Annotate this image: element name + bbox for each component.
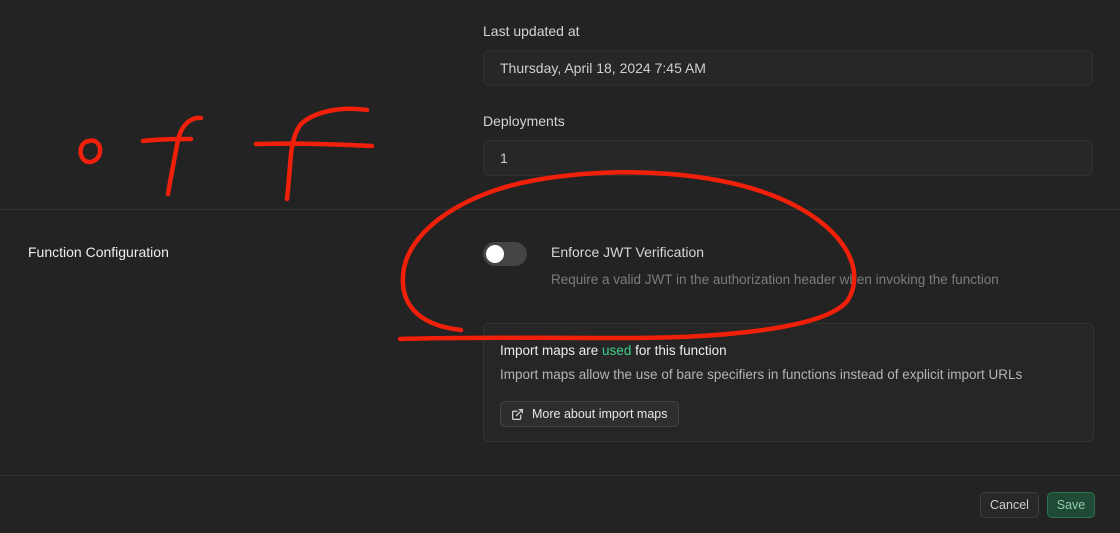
function-settings-page: Last updated at Thursday, April 18, 2024… — [0, 0, 1120, 533]
save-button[interactable]: Save — [1047, 492, 1095, 518]
footer-divider — [0, 475, 1120, 476]
import-maps-card: Import maps are used for this function I… — [483, 323, 1094, 442]
import-maps-title-suffix: for this function — [631, 343, 727, 358]
section-divider — [0, 209, 1120, 210]
external-link-icon — [511, 408, 524, 421]
more-about-import-maps-button[interactable]: More about import maps — [500, 401, 680, 427]
deployments-label: Deployments — [483, 113, 565, 129]
toggle-knob — [486, 245, 504, 263]
enforce-jwt-description: Require a valid JWT in the authorization… — [551, 272, 999, 287]
deployments-field[interactable]: 1 — [483, 140, 1093, 176]
import-maps-title: Import maps are used for this function — [500, 343, 727, 358]
last-updated-field[interactable]: Thursday, April 18, 2024 7:45 AM — [483, 50, 1093, 86]
enforce-jwt-title: Enforce JWT Verification — [551, 244, 705, 260]
import-maps-description: Import maps allow the use of bare specif… — [500, 367, 1023, 382]
cancel-button[interactable]: Cancel — [980, 492, 1039, 518]
more-about-import-maps-label: More about import maps — [532, 407, 668, 421]
import-maps-title-prefix: Import maps are — [500, 343, 603, 358]
enforce-jwt-toggle[interactable] — [483, 242, 527, 266]
import-maps-used-highlight: used — [602, 343, 632, 358]
function-configuration-label: Function Configuration — [28, 244, 169, 260]
last-updated-label: Last updated at — [483, 23, 580, 39]
